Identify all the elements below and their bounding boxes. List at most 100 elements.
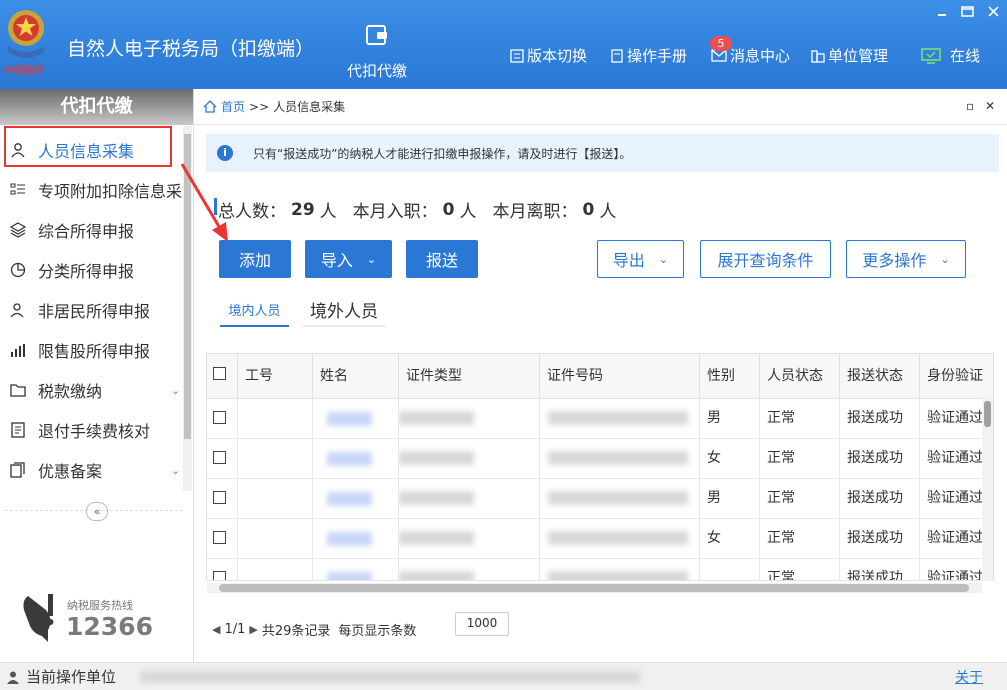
- manual-link[interactable]: 操作手册: [610, 45, 687, 66]
- col-report-status[interactable]: 报送状态: [839, 354, 919, 398]
- minimize-button[interactable]: [937, 6, 947, 20]
- row-select-cell: [207, 438, 237, 478]
- redacted-id-number: [548, 571, 688, 580]
- tab-domestic[interactable]: 境内人员: [220, 293, 289, 327]
- leave-count: 0: [582, 199, 595, 220]
- redacted-unit-name: [140, 671, 640, 683]
- person-outline-icon: [10, 303, 24, 318]
- panel-maximize-icon[interactable]: ▫: [966, 99, 974, 113]
- more-actions-button[interactable]: 更多操作 ⌄: [846, 240, 966, 278]
- copy-icon: [10, 462, 25, 478]
- select-all-cell: [207, 354, 237, 398]
- collapse-sidebar-button[interactable]: «: [86, 502, 108, 521]
- hire-label: 本月入职：: [352, 202, 438, 222]
- sidebar-item-nonresident-income[interactable]: 非居民所得申报: [0, 290, 183, 330]
- import-button[interactable]: 导入 ⌄: [305, 240, 392, 278]
- version-switch-link[interactable]: 版本切换: [510, 45, 587, 66]
- redacted-id-type: [399, 491, 474, 505]
- row-checkbox[interactable]: [213, 451, 226, 464]
- table-row[interactable]: 正常 报送成功 验证通过: [207, 558, 983, 580]
- col-id-type[interactable]: 证件类型: [398, 354, 539, 398]
- table-header: 工号 姓名 证件类型 证件号码 性别 人员状态 报送状态 身份验证: [207, 354, 993, 399]
- table-vscroll-thumb[interactable]: [984, 401, 991, 427]
- panel-close-icon[interactable]: ✕: [985, 99, 995, 113]
- select-all-checkbox[interactable]: [213, 367, 226, 380]
- prev-page-icon[interactable]: ◀: [212, 623, 220, 636]
- table-row[interactable]: 女 正常 报送成功 验证通过: [207, 518, 983, 559]
- sidebar-item-special-deduction[interactable]: 专项附加扣除信息采集: [0, 170, 183, 210]
- row-checkbox[interactable]: [213, 411, 226, 424]
- sidebar-item-label: 限售股所得申报: [38, 342, 151, 361]
- sidebar-item-classified-income[interactable]: 分类所得申报: [0, 250, 183, 290]
- redacted-id-number: [548, 531, 688, 545]
- close-icon: [988, 6, 999, 17]
- chevron-down-icon: ⌄: [171, 463, 181, 477]
- table-row[interactable]: 男 正常 报送成功 验证通过: [207, 478, 983, 519]
- sidebar-item-label: 分类所得申报: [38, 262, 135, 281]
- row-checkbox[interactable]: [213, 491, 226, 504]
- layers-icon: [10, 222, 26, 238]
- col-person-status[interactable]: 人员状态: [759, 354, 839, 398]
- nav-withholding-label: 代扣代缴: [346, 62, 407, 80]
- version-switch-label: 版本切换: [527, 47, 588, 65]
- hotline-number: 12366: [66, 612, 153, 641]
- id-type-cell: [398, 558, 539, 580]
- unit-manage-link[interactable]: 单位管理: [811, 45, 888, 66]
- sidebar-item-comprehensive-income[interactable]: 综合所得申报: [0, 210, 183, 250]
- expand-query-button[interactable]: 展开查询条件: [700, 240, 831, 278]
- id-number-cell: [539, 438, 699, 478]
- hire-count: 0: [442, 199, 455, 220]
- col-employee-id[interactable]: 工号: [237, 354, 312, 398]
- export-button[interactable]: 导出 ⌄: [597, 240, 684, 278]
- row-select-cell: [207, 518, 237, 558]
- row-checkbox[interactable]: [213, 571, 226, 580]
- message-center-label: 消息中心: [730, 47, 791, 65]
- unit-manage-label: 单位管理: [828, 47, 889, 65]
- table-row[interactable]: 女 正常 报送成功 验证通过: [207, 438, 983, 479]
- id-number-cell: [539, 398, 699, 438]
- emblem-caption: 中国税务: [2, 64, 43, 77]
- per-page-select[interactable]: 1000: [455, 612, 509, 636]
- close-button[interactable]: [988, 6, 999, 20]
- table-horizontal-scrollbar[interactable]: [207, 583, 982, 593]
- col-gender[interactable]: 性别: [699, 354, 759, 398]
- gender-cell: 男: [699, 478, 759, 518]
- redacted-name: [327, 492, 372, 506]
- col-identity-verify[interactable]: 身份验证: [919, 354, 993, 398]
- row-checkbox[interactable]: [213, 531, 226, 544]
- sidebar-item-preferential-filing[interactable]: 优惠备案 ⌄: [0, 450, 183, 490]
- next-page-icon[interactable]: ▶: [249, 623, 257, 636]
- submit-button[interactable]: 报送: [406, 240, 478, 278]
- sidebar-item-restricted-shares[interactable]: 限售股所得申报: [0, 330, 183, 370]
- maximize-button[interactable]: [961, 6, 974, 20]
- table-hscroll-thumb[interactable]: [219, 584, 969, 592]
- highlight-box: [4, 126, 172, 167]
- sidebar-item-label: 优惠备案: [38, 462, 103, 481]
- sidebar-item-label: 退付手续费核对: [38, 422, 151, 441]
- online-status[interactable]: 在线: [921, 45, 980, 66]
- bar-chart-icon: [11, 344, 25, 357]
- id-number-cell: [539, 558, 699, 580]
- monitor-online-icon: [921, 47, 941, 64]
- col-name[interactable]: 姓名: [312, 354, 398, 398]
- name-cell: [312, 478, 398, 518]
- stats-row: 总人数： 29 人 本月入职： 0 人 本月离职： 0 人: [214, 197, 616, 222]
- sidebar-item-refund-fee-check[interactable]: 退付手续费核对: [0, 410, 183, 450]
- sidebar: 代扣代缴 人员信息采集 专项附加扣除信息采集 综合所得申报 分类所得申报 非居民…: [0, 89, 194, 662]
- tab-foreign[interactable]: 境外人员: [303, 293, 385, 327]
- breadcrumb-home[interactable]: 首页: [221, 98, 245, 115]
- leave-label: 本月离职：: [492, 202, 578, 222]
- about-link[interactable]: 关于: [955, 667, 983, 687]
- table-vertical-scrollbar[interactable]: [982, 397, 993, 581]
- per-page-label: 每页显示条数: [338, 624, 417, 639]
- name-cell: [312, 558, 398, 580]
- notice-text: 只有“报送成功”的纳税人才能进行扣缴申报操作，请及时进行【报送】。: [253, 146, 632, 161]
- current-unit-label: 当前操作单位: [26, 668, 117, 686]
- user-icon: [7, 671, 19, 684]
- sidebar-item-tax-payment[interactable]: 税款缴纳 ⌄: [0, 370, 183, 410]
- sidebar-item-label: 非居民所得申报: [38, 302, 151, 321]
- table-row[interactable]: 男 正常 报送成功 验证通过: [207, 398, 983, 439]
- person-status-cell: 正常: [759, 558, 839, 580]
- row-select-cell: [207, 558, 237, 580]
- col-id-number[interactable]: 证件号码: [539, 354, 699, 398]
